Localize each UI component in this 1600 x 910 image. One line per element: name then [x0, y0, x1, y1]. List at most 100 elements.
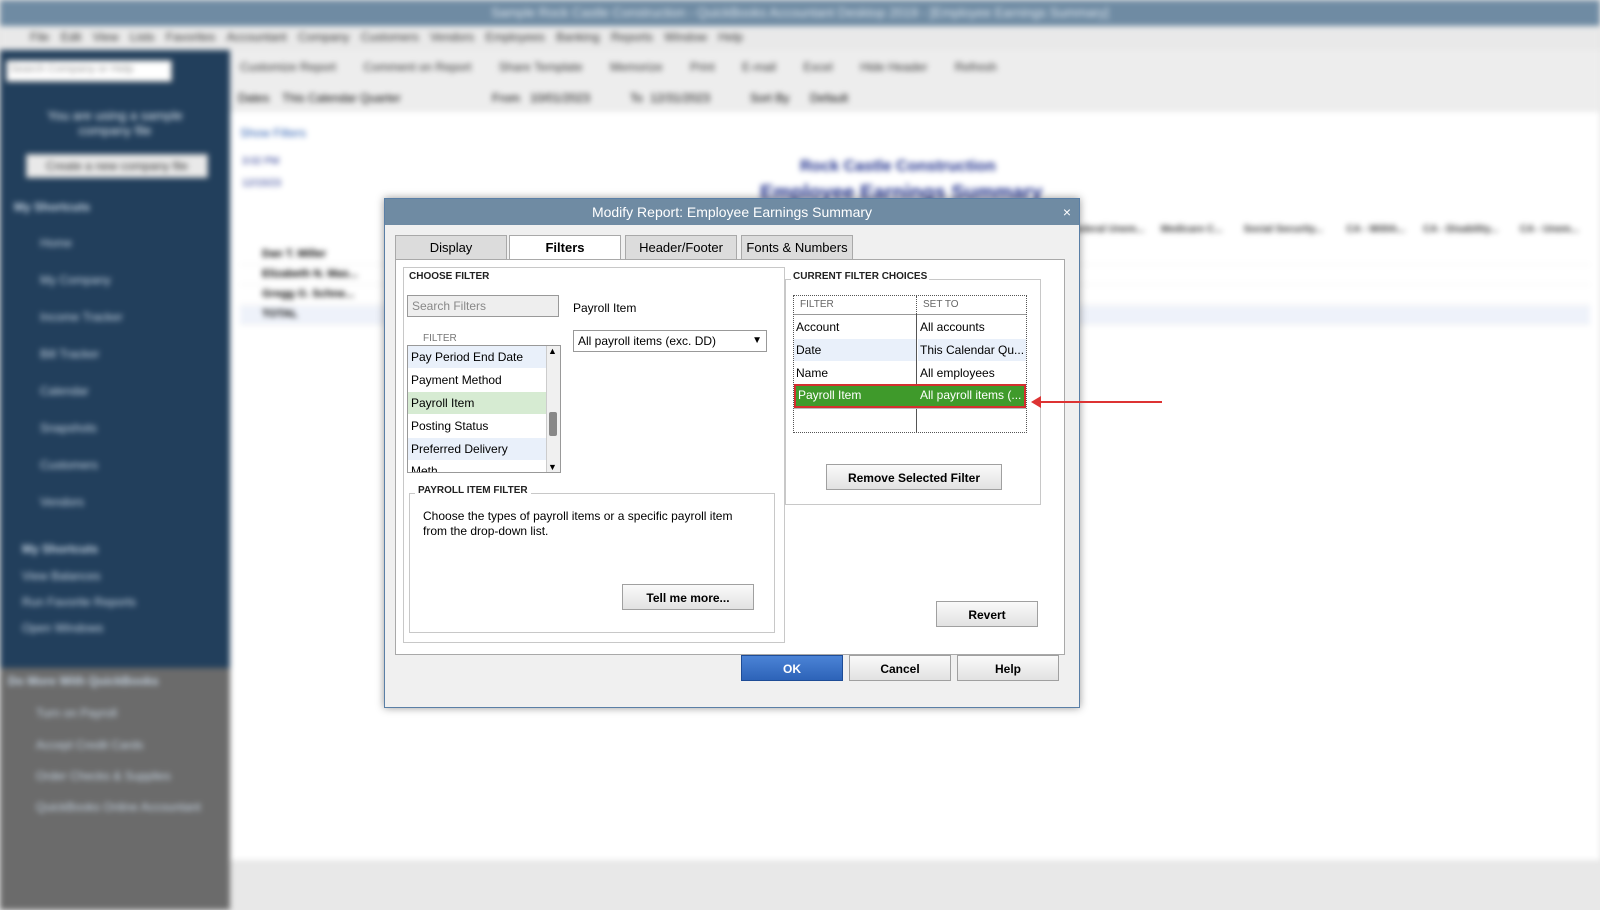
- chevron-down-icon: ▼: [752, 335, 762, 346]
- menu-view[interactable]: View: [93, 30, 119, 44]
- menu-window[interactable]: Window: [664, 30, 707, 44]
- menu-accountant[interactable]: Accountant: [227, 30, 287, 44]
- annotation-arrow-line: [1040, 401, 1162, 403]
- tab-filters[interactable]: Filters: [509, 235, 621, 262]
- close-icon[interactable]: ×: [1063, 199, 1071, 225]
- choice-setto-cell[interactable]: This Calendar Qu...: [918, 339, 1026, 361]
- selected-filter-name: Payroll Item: [573, 301, 637, 315]
- menu-lists[interactable]: Lists: [130, 30, 155, 44]
- lower-open-windows[interactable]: Open Windows: [22, 621, 103, 635]
- lower-view-balances[interactable]: View Balances: [22, 569, 101, 583]
- lower-run-favorite-reports[interactable]: Run Favorite Reports: [22, 595, 136, 609]
- scroll-up-icon[interactable]: ▲: [548, 346, 557, 356]
- choice-setto-cell: All payroll items (...: [920, 388, 1022, 402]
- filter-list-scrollbar[interactable]: ▲ ▼: [546, 346, 560, 472]
- menu-file[interactable]: File: [30, 30, 49, 44]
- tab-header-footer[interactable]: Header/Footer: [625, 235, 737, 261]
- report-company: Rock Castle Construction: [800, 158, 996, 175]
- remove-selected-filter-button[interactable]: Remove Selected Filter: [826, 464, 1002, 490]
- row-name: Elizabeth N. Mas...: [262, 268, 358, 280]
- search-filters-input[interactable]: Search Filters: [407, 295, 559, 317]
- column-divider: [916, 314, 917, 432]
- sort-by-select[interactable]: Default: [810, 91, 848, 105]
- shortcut-income-tracker[interactable]: Income Tracker: [40, 310, 123, 324]
- annotation-arrow-icon: [1031, 396, 1041, 408]
- shortcut-customers[interactable]: Customers: [40, 458, 98, 472]
- choice-setto-cell[interactable]: All employees: [918, 362, 1026, 384]
- customize-report-button[interactable]: Customize Report: [240, 60, 336, 74]
- current-filter-table: FILTER SET TO Account All accounts Date …: [793, 295, 1027, 433]
- filter-list-item[interactable]: Posting Status: [408, 415, 546, 437]
- scroll-down-icon[interactable]: ▼: [548, 462, 557, 472]
- to-input[interactable]: 12/31/2023: [650, 91, 710, 105]
- shortcut-snapshots[interactable]: Snapshots: [40, 421, 97, 435]
- do-more-credit-cards[interactable]: Accept Credit Cards: [36, 738, 143, 752]
- report-filter-bar: Dates This Calendar Quarter From 10/01/2…: [230, 84, 1600, 113]
- ok-button[interactable]: OK: [741, 655, 843, 681]
- shortcut-home[interactable]: Home: [40, 236, 72, 250]
- menu-favorites[interactable]: Favorites: [166, 30, 215, 44]
- dates-select[interactable]: This Calendar Quarter: [282, 91, 401, 105]
- col-medicare: Medicare C...: [1160, 224, 1223, 235]
- refresh-button[interactable]: Refresh: [955, 60, 997, 74]
- shortcut-bill-tracker[interactable]: Bill Tracker: [40, 347, 99, 361]
- filter-list-item[interactable]: Preferred Delivery Meth...: [408, 438, 546, 472]
- shortcut-my-company[interactable]: My Company: [40, 273, 111, 287]
- tab-filters-label: Filters: [545, 240, 585, 255]
- choices-header-filter: FILTER: [800, 299, 834, 310]
- menu-reports[interactable]: Reports: [611, 30, 653, 44]
- show-filters-link[interactable]: Show Filters: [240, 126, 306, 140]
- row-divider: [794, 408, 1026, 409]
- payroll-item-dropdown[interactable]: All payroll items (exc. DD) ▼: [573, 330, 767, 352]
- choice-filter-cell[interactable]: Name: [794, 362, 916, 384]
- shortcut-vendors[interactable]: Vendors: [40, 495, 84, 509]
- menu-edit[interactable]: Edit: [61, 30, 82, 44]
- filter-list-item[interactable]: Payment Method: [408, 369, 546, 391]
- col-ca-unem: CA - Unem...: [1519, 224, 1579, 235]
- create-company-button[interactable]: Create a new company file: [26, 154, 208, 178]
- sample-file-notice: You are using a sample company file: [47, 108, 183, 138]
- do-more-payroll[interactable]: Turn on Payroll: [36, 706, 117, 720]
- hide-header-button[interactable]: Hide Header: [860, 60, 927, 74]
- cancel-button[interactable]: Cancel: [849, 655, 951, 681]
- my-shortcuts-header: My Shortcuts: [14, 200, 91, 214]
- menu-vendors[interactable]: Vendors: [430, 30, 474, 44]
- email-button[interactable]: E-mail: [742, 60, 776, 74]
- memorize-button[interactable]: Memorize: [610, 60, 663, 74]
- from-label: From: [492, 91, 520, 105]
- choices-header-setto: SET TO: [916, 296, 959, 314]
- menu-bar: File Edit View Lists Favorites Accountan…: [0, 26, 1600, 51]
- menu-customers[interactable]: Customers: [361, 30, 419, 44]
- from-input[interactable]: 10/01/2023: [530, 91, 590, 105]
- menu-employees[interactable]: Employees: [485, 30, 544, 44]
- dialog-title: Modify Report: Employee Earnings Summary: [385, 199, 1079, 225]
- choice-setto-cell[interactable]: All accounts: [918, 316, 1026, 338]
- shortcut-calendar[interactable]: Calendar: [40, 384, 89, 398]
- choice-filter-cell[interactable]: Date: [794, 339, 916, 361]
- tab-display[interactable]: Display: [395, 235, 507, 261]
- revert-button[interactable]: Revert: [936, 601, 1038, 627]
- do-more-qbo-accountant[interactable]: QuickBooks Online Accountant: [36, 800, 201, 814]
- scroll-thumb[interactable]: [549, 412, 557, 436]
- menu-company[interactable]: Company: [298, 30, 349, 44]
- menu-banking[interactable]: Banking: [556, 30, 599, 44]
- lower-my-shortcuts[interactable]: My Shortcuts: [22, 542, 98, 556]
- report-columns: Federal Unem... Medicare C... Social Sec…: [1070, 224, 1580, 235]
- tab-fonts-numbers-label: Fonts & Numbers: [746, 240, 848, 255]
- filter-list-item[interactable]: Pay Period End Date: [408, 346, 546, 368]
- tab-display-label: Display: [429, 240, 473, 255]
- menu-help[interactable]: Help: [718, 30, 743, 44]
- excel-button[interactable]: Excel: [803, 60, 832, 74]
- print-button[interactable]: Print: [690, 60, 715, 74]
- choice-filter-cell[interactable]: Account: [794, 316, 916, 338]
- do-more-checks[interactable]: Order Checks & Supplies: [36, 769, 171, 783]
- selected-choice-row[interactable]: Payroll Item All payroll items (...: [794, 384, 1026, 408]
- sidebar-search-input[interactable]: Search Company or Help: [6, 60, 172, 82]
- comment-on-report-button[interactable]: Comment on Report: [363, 60, 471, 74]
- filter-list-item-selected[interactable]: Payroll Item: [408, 392, 546, 414]
- tab-fonts-numbers[interactable]: Fonts & Numbers: [741, 235, 853, 261]
- help-button[interactable]: Help: [957, 655, 1059, 681]
- tell-me-more-button[interactable]: Tell me more...: [622, 584, 754, 610]
- share-template-button[interactable]: Share Template: [499, 60, 583, 74]
- current-filter-choices-label: CURRENT FILTER CHOICES: [791, 271, 930, 282]
